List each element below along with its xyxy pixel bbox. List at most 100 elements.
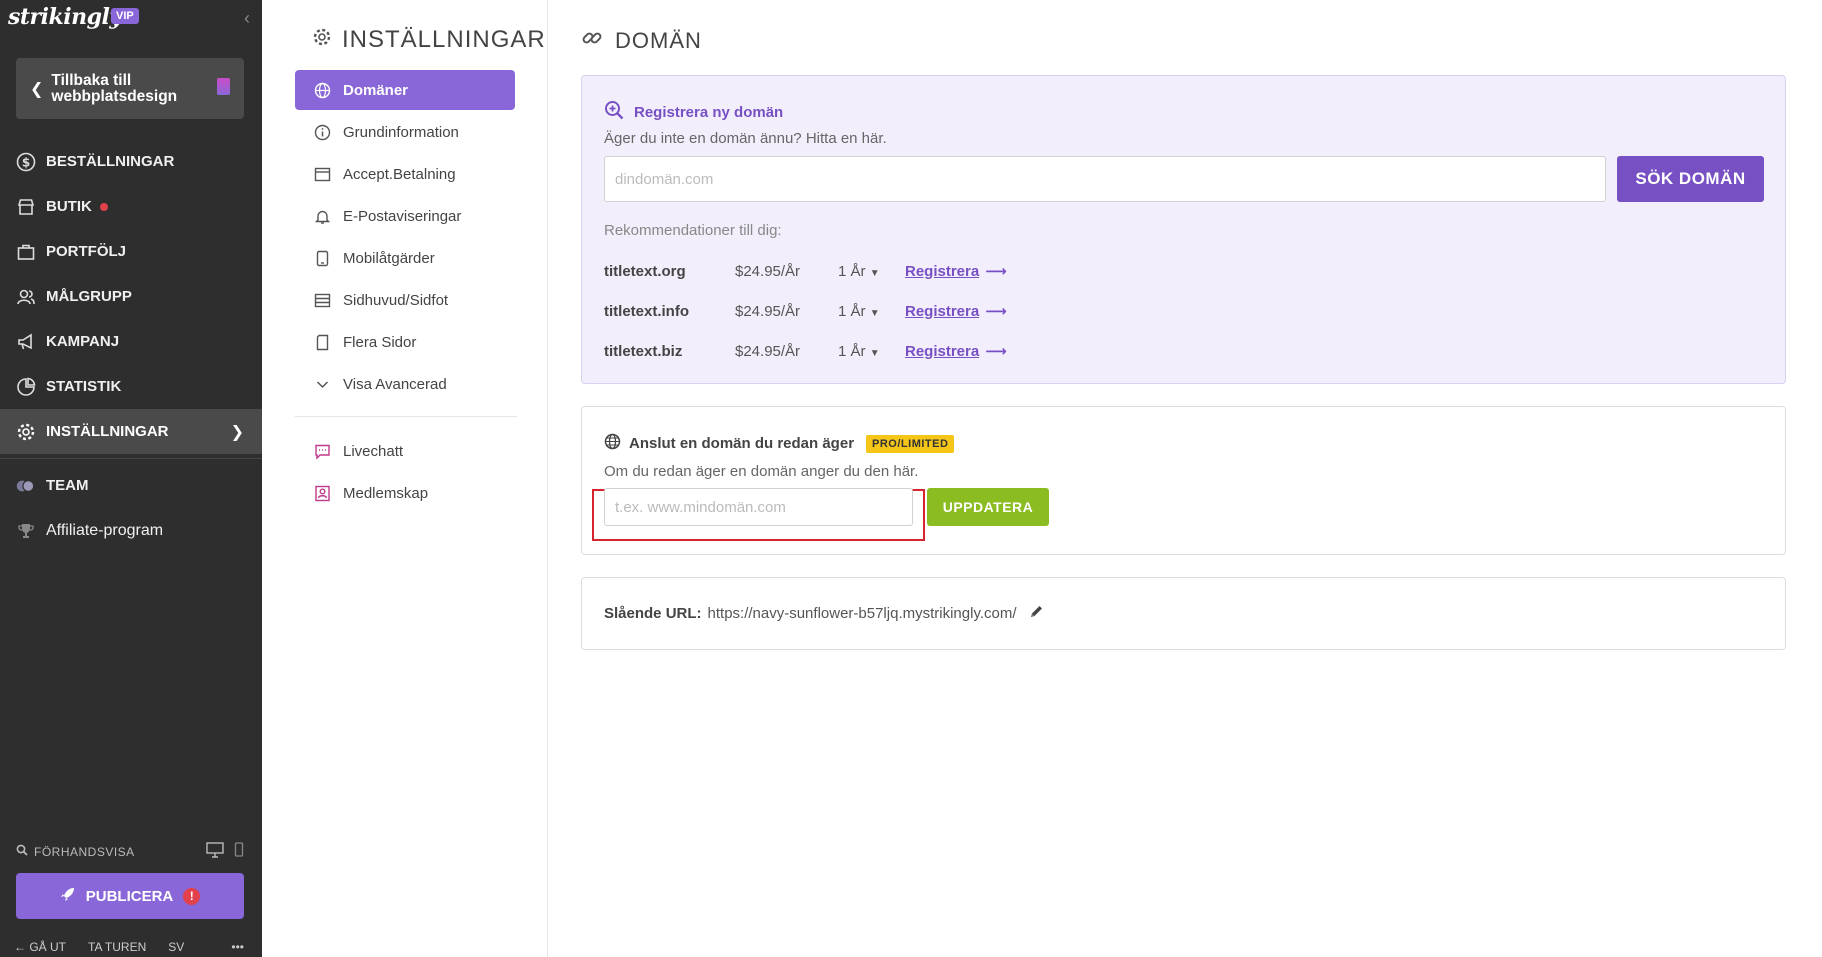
nav-item-store[interactable]: BUTIK xyxy=(0,184,262,229)
settings-item-basic-info[interactable]: Grundinformation xyxy=(295,112,515,152)
settings-item-label: Medlemskap xyxy=(343,484,429,502)
app-root: strikingly VIP ‹ ❮ Tillbaka till webbpla… xyxy=(0,0,1822,957)
preview-row: FÖRHANDSVISA xyxy=(16,842,244,861)
preview-button[interactable]: FÖRHANDSVISA xyxy=(34,845,135,859)
search-icon xyxy=(16,844,28,859)
back-to-design-button[interactable]: ❮ Tillbaka till webbplatsdesign xyxy=(16,58,244,119)
settings-item-label: E-Postaviseringar xyxy=(343,207,462,225)
recommendation-row: titletext.biz $24.95/År 1 År ▼ Registrer… xyxy=(604,331,1007,371)
settings-menu: INSTÄLLNINGAR Domäner Grundinformation A… xyxy=(262,0,548,957)
gear-icon xyxy=(312,26,332,54)
nav-item-label: PORTFÖLJ xyxy=(46,243,127,260)
site-url-label: Slående URL: xyxy=(604,605,702,622)
settings-item-domains[interactable]: Domäner xyxy=(295,70,515,110)
duration-select[interactable]: 1 År ▼ xyxy=(838,303,905,320)
svg-text:$: $ xyxy=(22,155,30,169)
duration-value: 1 År xyxy=(838,342,866,360)
exit-button[interactable]: ← GÅ UT xyxy=(14,940,66,954)
register-link[interactable]: Registrera xyxy=(905,303,979,320)
domain-search-input[interactable] xyxy=(604,156,1606,202)
settings-item-label: Sidhuvud/Sidfot xyxy=(343,291,449,309)
site-url-card: Slående URL: https://navy-sunflower-b57l… xyxy=(581,577,1786,650)
settings-item-mobile-actions[interactable]: Mobilåtgärder xyxy=(295,238,515,278)
settings-item-show-advanced[interactable]: Visa Avancerad xyxy=(295,364,515,404)
settings-item-payment[interactable]: Accept.Betalning xyxy=(295,154,515,194)
pie-chart-icon xyxy=(16,377,36,397)
settings-title-text: INSTÄLLNINGAR xyxy=(342,26,546,53)
settings-item-multiple-pages[interactable]: Flera Sidor xyxy=(295,322,515,362)
info-icon xyxy=(313,124,331,141)
bell-icon xyxy=(313,208,331,225)
nav-item-label: KAMPANJ xyxy=(46,333,120,350)
recommendation-row: titletext.info $24.95/År 1 År ▼ Registre… xyxy=(604,291,1007,331)
caret-down-icon: ▼ xyxy=(869,307,880,319)
language-selector[interactable]: SV xyxy=(168,940,184,954)
nav-item-settings[interactable]: INSTÄLLNINGAR ❯ xyxy=(0,409,262,454)
more-options-icon[interactable]: ••• xyxy=(231,940,244,954)
back-button-label: Tillbaka till webbplatsdesign xyxy=(51,71,178,105)
nav-item-affiliate[interactable]: Affiliate-program xyxy=(0,508,262,553)
nav-item-statistics[interactable]: STATISTIK xyxy=(0,364,262,409)
nav-item-label: BUTIK xyxy=(46,198,92,215)
settings-item-email-notifications[interactable]: E-Postaviseringar xyxy=(295,196,515,236)
users-icon xyxy=(16,287,36,307)
notification-dot xyxy=(99,202,108,211)
chevron-right-icon: ❯ xyxy=(230,423,244,441)
register-subtext: Äger du inte en domän ännu? Hitta en här… xyxy=(604,130,887,147)
settings-item-label: Visa Avancerad xyxy=(343,375,447,393)
duration-select[interactable]: 1 År ▼ xyxy=(838,343,905,360)
layout-icon xyxy=(313,292,331,309)
duration-select[interactable]: 1 År ▼ xyxy=(838,263,905,280)
settings-item-livechat[interactable]: Livechatt xyxy=(295,431,515,471)
desktop-icon[interactable] xyxy=(206,842,224,861)
gear-icon xyxy=(16,422,36,442)
settings-item-membership[interactable]: Medlemskap xyxy=(295,473,515,513)
update-button[interactable]: UPPDATERA xyxy=(927,488,1049,526)
nav-item-label: TEAM xyxy=(46,477,89,494)
team-avatars-icon xyxy=(16,476,36,496)
settings-menu-list: Domäner Grundinformation Accept.Betalnin… xyxy=(295,70,517,515)
arrow-right-icon: ⟶ xyxy=(985,303,1007,320)
settings-item-header-footer[interactable]: Sidhuvud/Sidfot xyxy=(295,280,515,320)
search-domain-button[interactable]: SÖK DOMÄN xyxy=(1617,156,1764,202)
logo[interactable]: strikingly xyxy=(8,4,122,30)
nav-item-audience[interactable]: MÅLGRUPP xyxy=(0,274,262,319)
settings-item-label: Grundinformation xyxy=(343,123,459,141)
nav-item-campaign[interactable]: KAMPANJ xyxy=(0,319,262,364)
link-icon xyxy=(581,27,603,55)
store-icon xyxy=(16,197,36,217)
site-url-value[interactable]: https://navy-sunflower-b57ljq.mystriking… xyxy=(708,605,1017,622)
nav-item-orders[interactable]: $ BESTÄLLNINGAR xyxy=(0,139,262,184)
nav-item-team[interactable]: TEAM xyxy=(0,463,262,508)
document-icon xyxy=(217,78,230,95)
nav-item-label: MÅLGRUPP xyxy=(46,288,132,305)
caret-down-icon: ▼ xyxy=(869,267,880,279)
tour-button[interactable]: TA TUREN xyxy=(88,940,146,954)
nav-item-portfolio[interactable]: PORTFÖLJ xyxy=(0,229,262,274)
connect-heading-text: Anslut en domän du redan äger xyxy=(629,435,855,452)
megaphone-icon xyxy=(16,332,36,352)
register-link[interactable]: Registrera xyxy=(905,263,979,280)
connect-heading: Anslut en domän du redan äger PRO/LIMITE… xyxy=(604,433,955,454)
nav-item-label: BESTÄLLNINGAR xyxy=(46,153,175,170)
globe-icon xyxy=(313,82,331,99)
warning-icon: ! xyxy=(183,887,201,905)
collapse-sidebar-icon[interactable]: ‹ xyxy=(244,8,250,29)
page-title: DOMÄN xyxy=(581,27,702,55)
globe-icon xyxy=(604,433,621,454)
nav-item-label: STATISTIK xyxy=(46,378,122,395)
settings-item-label: Mobilåtgärder xyxy=(343,249,435,267)
payment-icon xyxy=(313,166,331,183)
pencil-icon[interactable] xyxy=(1029,604,1044,623)
register-link[interactable]: Registrera xyxy=(905,343,979,360)
duration-value: 1 År xyxy=(838,262,866,280)
chevron-left-icon: ❮ xyxy=(30,80,44,98)
recommendations-label: Rekommendationer till dig: xyxy=(604,222,782,239)
divider xyxy=(0,458,262,459)
domain-price: $24.95/År xyxy=(735,342,801,360)
publish-button[interactable]: PUBLICERA ! xyxy=(16,873,244,919)
mobile-icon[interactable] xyxy=(234,842,244,861)
nav-item-label: INSTÄLLNINGAR xyxy=(46,423,169,440)
custom-domain-input[interactable] xyxy=(604,488,913,526)
recommended-domain: titletext.org xyxy=(604,262,686,280)
